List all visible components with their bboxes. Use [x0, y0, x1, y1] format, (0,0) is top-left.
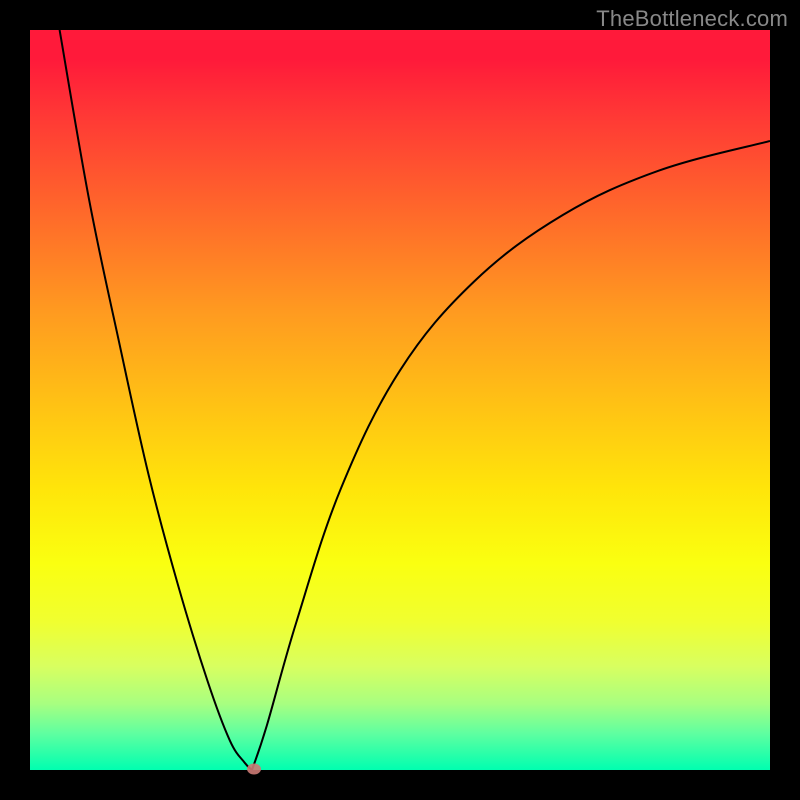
min-marker [247, 764, 261, 775]
watermark-text: TheBottleneck.com [596, 6, 788, 32]
plot-area [30, 30, 770, 770]
chart-frame: TheBottleneck.com [0, 0, 800, 800]
curve-right-path [252, 141, 770, 770]
curve-svg [30, 30, 770, 770]
curve-left-path [60, 30, 252, 770]
